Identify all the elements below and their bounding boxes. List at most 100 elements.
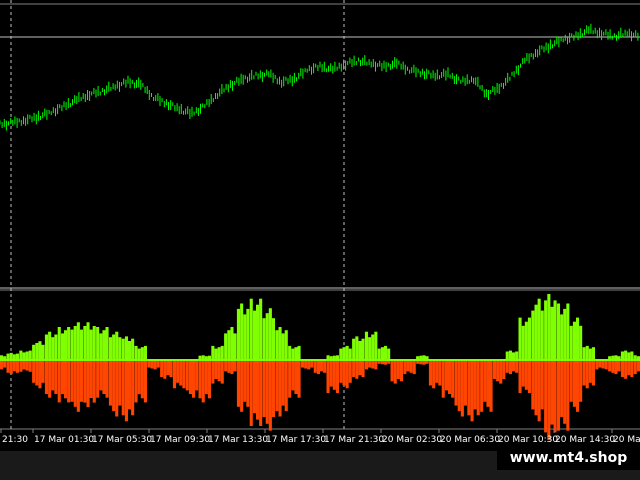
histogram-bar-positive (217, 347, 221, 360)
time-axis-label: 17 Mar 13:30 (208, 435, 268, 445)
histogram-bar-positive (99, 333, 103, 360)
histogram-bar-positive (345, 345, 349, 360)
histogram-bar-positive (531, 310, 535, 360)
histogram-bar-negative (361, 360, 365, 377)
time-axis-label: 17 Mar 01:30 (34, 435, 94, 445)
histogram-bar-negative (278, 360, 282, 417)
histogram-bar-positive (70, 329, 74, 360)
time-axis-label: 20 Mar (613, 435, 640, 445)
histogram-bar-negative (201, 360, 205, 403)
histogram-bar-negative (185, 360, 189, 391)
histogram-bar-positive (294, 347, 298, 360)
histogram-bar-negative (252, 360, 256, 414)
histogram-bar-negative (499, 360, 503, 384)
histogram-bar-negative (624, 360, 628, 379)
histogram-bar-negative (307, 360, 311, 370)
histogram-bar-negative (60, 360, 64, 395)
histogram-bar-negative (115, 360, 119, 417)
histogram-bar-negative (463, 360, 467, 406)
histogram-bar-positive (387, 348, 391, 360)
chart-window[interactable]: 21:30 17 Mar 01:30 17 Mar 05:30 17 Mar 09:3… (0, 0, 640, 480)
histogram-bar-negative (176, 360, 180, 383)
time-axis-label: 20 Mar 02:30 (382, 435, 442, 445)
histogram-bar-positive (547, 294, 551, 360)
histogram-bar-negative (457, 360, 461, 412)
histogram-bar-positive (265, 313, 269, 360)
histogram-bar-positive (233, 333, 237, 360)
histogram-bar-negative (92, 360, 96, 403)
histogram-bar-negative (329, 360, 333, 387)
histogram-bar-negative (390, 360, 394, 382)
time-axis-label: 17 Mar 09:30 (150, 435, 210, 445)
time-axis-label: 20 Mar 06:30 (440, 435, 500, 445)
histogram-bar-negative (470, 360, 474, 422)
histogram-bar-negative (160, 360, 164, 377)
histogram-bar-negative (368, 360, 372, 368)
histogram-bar-negative (553, 360, 557, 433)
histogram-bar-negative (563, 360, 567, 424)
histogram-bar-negative (316, 360, 320, 375)
histogram-bar-negative (492, 360, 496, 379)
histogram-bar-negative (284, 360, 288, 412)
histogram-bar-negative (620, 360, 624, 377)
histogram-bar-negative (86, 360, 90, 408)
histogram-bar-negative (227, 360, 231, 373)
histogram-bar-positive (19, 350, 23, 360)
histogram-bar-positive (134, 345, 138, 360)
histogram-bar-negative (412, 360, 416, 375)
histogram-bar-negative (156, 360, 160, 368)
histogram-bar-negative (96, 360, 100, 398)
histogram-bar-negative (550, 360, 554, 425)
histogram-bar-positive (537, 298, 541, 360)
histogram-bar-negative (105, 360, 109, 398)
histogram-bar-negative (467, 360, 471, 416)
histogram-bar-negative (473, 360, 477, 410)
histogram-bar-positive (352, 338, 356, 360)
histogram-bar-negative (57, 360, 61, 403)
histogram-bar-negative (73, 360, 77, 407)
histogram-bar-positive (60, 333, 64, 360)
histogram-bar-positive (246, 308, 250, 360)
histogram-bar-positive (131, 338, 135, 360)
histogram-bar-negative (591, 360, 595, 386)
histogram-bar-positive (57, 327, 61, 360)
histogram-bar-negative (544, 360, 548, 433)
histogram-bar-negative (585, 360, 589, 389)
histogram-bar-positive (576, 317, 580, 360)
histogram-bar-positive (355, 336, 359, 360)
histogram-bar-positive (9, 352, 13, 360)
histogram-bar-negative (131, 360, 135, 416)
histogram-bar-positive (550, 306, 554, 360)
watermark-text: www.mt4.shop (497, 446, 640, 470)
histogram-bar-negative (617, 360, 621, 372)
histogram-bar-negative (569, 360, 573, 402)
histogram-bar-negative (524, 360, 528, 390)
histogram-bar-negative (51, 360, 55, 391)
histogram-bar-positive (211, 345, 215, 360)
histogram-bar-positive (534, 304, 538, 360)
histogram-bar-positive (275, 330, 279, 360)
histogram-bar-negative (403, 360, 407, 375)
histogram-bar-negative (547, 360, 551, 441)
histogram-bar-positive (271, 318, 275, 360)
histogram-bar-negative (611, 360, 615, 373)
histogram-bar-positive (48, 331, 52, 360)
histogram-bar-positive (371, 334, 375, 360)
price-chart[interactable]: 21:30 17 Mar 01:3017 Mar 05:3017 Mar 09:3… (0, 0, 640, 480)
histogram-bar-negative (259, 360, 263, 426)
histogram-bar-negative (275, 360, 279, 412)
histogram-bar-negative (480, 360, 484, 412)
histogram-bar-negative (371, 360, 375, 369)
price-panel[interactable] (0, 0, 640, 287)
histogram-bar-positive (240, 303, 244, 360)
histogram-bar-positive (544, 300, 548, 360)
histogram-bar-negative (179, 360, 183, 386)
histogram-bar-negative (441, 360, 445, 398)
histogram-bar-negative (335, 360, 339, 393)
histogram-bar-negative (121, 360, 125, 416)
histogram-bar-negative (489, 360, 493, 412)
histogram-bar-positive (512, 352, 516, 360)
histogram-bar-negative (236, 360, 240, 407)
histogram-bar-positive (67, 327, 71, 360)
histogram-bar-negative (332, 360, 336, 390)
